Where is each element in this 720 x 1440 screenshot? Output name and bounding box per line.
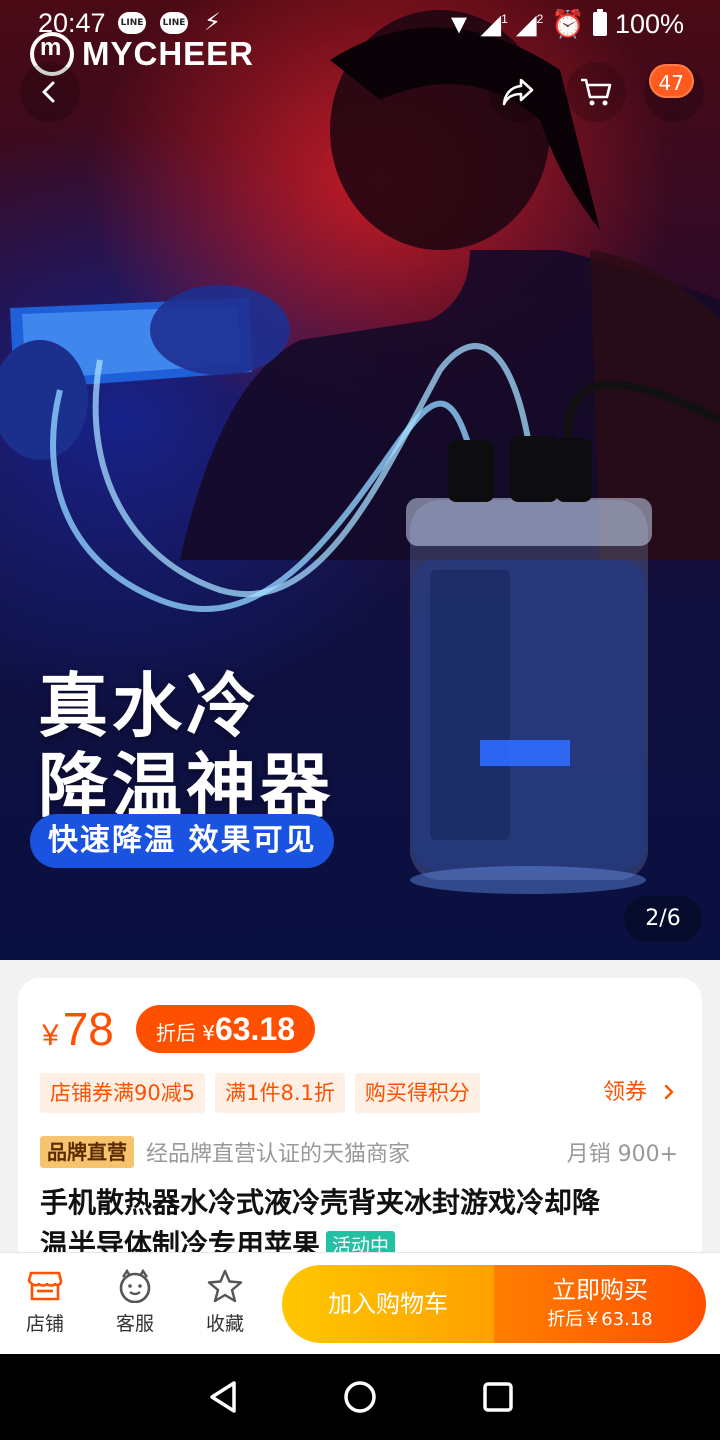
customer-service-button[interactable]: 客服 bbox=[100, 1269, 170, 1336]
bottom-action-bar: 店铺 客服 收藏 加入购物车 立即购买 折后￥63.18 bbox=[0, 1252, 720, 1354]
slogan-pill: 快速降温 效果可见 bbox=[30, 814, 335, 868]
store-button[interactable]: 店铺 bbox=[10, 1269, 80, 1336]
price-row: ¥78 折后 ¥63.18 bbox=[42, 1002, 316, 1056]
chevron-left-icon bbox=[42, 81, 55, 103]
price: ¥78 bbox=[42, 1003, 114, 1055]
brand-name: MYCHEER bbox=[82, 35, 255, 72]
buy-now-discount: 折后￥63.18 bbox=[547, 1309, 653, 1330]
monthly-sales: 月销 900+ bbox=[566, 1142, 678, 1167]
discount-price-pill: 折后 ¥63.18 bbox=[135, 1005, 316, 1053]
status-indicators: ▼ ◢1 ◢2 ⏰ 100% bbox=[446, 8, 684, 40]
battery-icon bbox=[592, 9, 607, 36]
nav-recents-icon[interactable] bbox=[476, 1375, 520, 1419]
cart-button[interactable] bbox=[566, 62, 626, 122]
smiley-chat-icon bbox=[119, 1269, 151, 1303]
brand-certification-text: 经品牌直营认证的天猫商家 bbox=[146, 1142, 411, 1167]
get-coupon-link[interactable]: 领券 bbox=[603, 1077, 678, 1109]
star-icon bbox=[207, 1269, 243, 1303]
wifi-icon: ▼ bbox=[445, 8, 473, 39]
signal-sim1-icon: ◢1 bbox=[480, 8, 508, 39]
signal-sim2-icon: ◢2 bbox=[515, 8, 544, 39]
line-notification-icon: LINE bbox=[160, 12, 188, 34]
cart-icon bbox=[581, 78, 612, 106]
promotion-tag[interactable]: 购买得积分 bbox=[354, 1073, 480, 1113]
add-to-cart-button[interactable]: 加入购物车 bbox=[282, 1265, 494, 1343]
chevron-right-icon bbox=[664, 1084, 674, 1100]
share-button[interactable] bbox=[488, 62, 548, 122]
store-label: 店铺 bbox=[25, 1313, 64, 1335]
nav-back-icon[interactable] bbox=[202, 1375, 246, 1419]
back-button[interactable] bbox=[20, 62, 80, 122]
favorite-button[interactable]: 收藏 bbox=[190, 1269, 260, 1336]
alarm-icon: ⏰ bbox=[551, 9, 585, 39]
store-icon bbox=[27, 1271, 63, 1301]
system-navigation-bar bbox=[0, 1354, 720, 1440]
nav-home-icon[interactable] bbox=[338, 1375, 382, 1419]
service-label: 客服 bbox=[115, 1313, 154, 1335]
promotion-tag[interactable]: 满1件8.1折 bbox=[215, 1073, 345, 1113]
line-notification-icon: LINE bbox=[118, 12, 146, 34]
product-title-line: 手机散热器水冷式液冷壳背夹冰封游戏冷却降 bbox=[40, 1186, 601, 1219]
brand-row: 品牌直营 经品牌直营认证的天猫商家 月销 900+ bbox=[40, 1136, 678, 1168]
promotion-tags[interactable]: 店铺券满90减5 满1件8.1折 购买得积分 bbox=[40, 1073, 480, 1113]
buy-now-button[interactable]: 立即购买 折后￥63.18 bbox=[494, 1265, 706, 1343]
product-image-carousel[interactable]: 20:47 LINE LINE ⚡ ▼ ◢1 ◢2 ⏰ 100% MYCHEER bbox=[0, 0, 720, 960]
promotion-tag[interactable]: 店铺券满90减5 bbox=[40, 1073, 206, 1113]
cart-count-badge: 47 bbox=[648, 64, 694, 98]
share-arrow-icon bbox=[502, 78, 534, 106]
product-detail-screen: 20:47 LINE LINE ⚡ ▼ ◢1 ◢2 ⏰ 100% MYCHEER bbox=[0, 0, 720, 1440]
product-info-card: ¥78 折后 ¥63.18 店铺券满90减5 满1件8.1折 购买得积分 领券 … bbox=[18, 978, 702, 1298]
favorite-label: 收藏 bbox=[205, 1313, 244, 1335]
brand-direct-badge: 品牌直营 bbox=[40, 1136, 134, 1168]
battery-level: 100% bbox=[614, 8, 684, 39]
buy-now-label: 立即购买 bbox=[552, 1276, 648, 1304]
image-page-indicator: 2/6 bbox=[624, 896, 702, 942]
